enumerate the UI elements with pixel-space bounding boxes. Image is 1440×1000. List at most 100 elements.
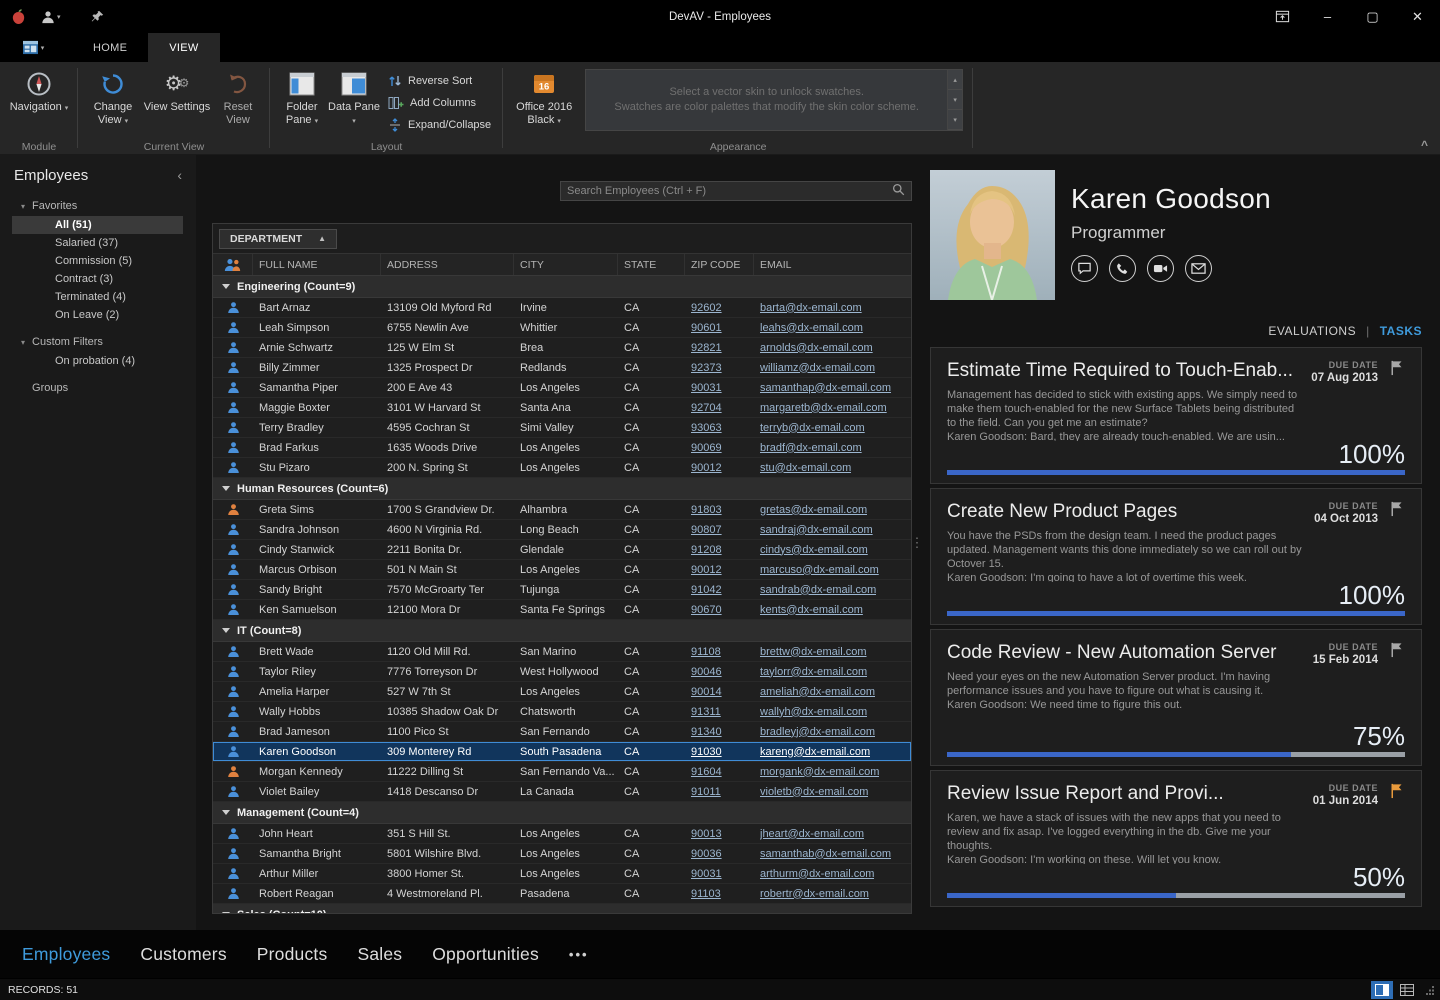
column-header-zip[interactable]: ZIP CODE [685,254,754,275]
email-link[interactable]: stu@dx-email.com [760,462,851,474]
tab-tasks[interactable]: TASKS [1380,324,1422,338]
task-card[interactable]: Code Review - New Automation Server DUE … [930,629,1422,766]
email-link[interactable]: arthurm@dx-email.com [760,868,874,880]
table-row[interactable]: Sandra Johnson 4600 N Virginia Rd. Long … [213,520,911,540]
task-card[interactable]: Create New Product Pages DUE DATE 04 Oct… [930,488,1422,625]
gallery-up-button[interactable]: ▴ [948,70,962,90]
email-link[interactable]: kents@dx-email.com [760,604,863,616]
zip-link[interactable]: 93063 [691,422,722,434]
minimize-button[interactable]: – [1305,0,1350,33]
email-button[interactable] [1185,255,1212,282]
list-view-toggle-icon[interactable] [1396,981,1418,999]
table-group-row[interactable]: Human Resources (Count=6) [213,478,911,500]
email-link[interactable]: wallyh@dx-email.com [760,706,867,718]
zip-link[interactable]: 91030 [691,746,722,758]
table-row[interactable]: Wally Hobbs 10385 Shadow Oak Dr Chatswor… [213,702,911,722]
table-row[interactable]: Greta Sims 1700 S Grandview Dr. Alhambra… [213,500,911,520]
table-group-row[interactable]: Management (Count=4) [213,802,911,824]
zip-link[interactable]: 90069 [691,442,722,454]
column-header-city[interactable]: CITY [514,254,618,275]
zip-link[interactable]: 90036 [691,848,722,860]
task-card[interactable]: Review Issue Report and Provi... DUE DAT… [930,770,1422,907]
close-button[interactable]: ✕ [1395,0,1440,33]
table-row[interactable]: Brad Farkus 1635 Woods Drive Los Angeles… [213,438,911,458]
nav-item[interactable]: Customers [140,944,226,965]
table-row[interactable]: Brad Jameson 1100 Pico St San Fernando C… [213,722,911,742]
nav-item[interactable]: Opportunities [432,944,539,965]
gallery-down-button[interactable]: ▾ [948,90,962,110]
add-columns-button[interactable]: Add Columns [388,94,491,111]
column-header-address[interactable]: ADDRESS [381,254,514,275]
column-header-email[interactable]: EMAIL [754,254,911,275]
sidebar-section-header[interactable]: ▾ Groups [0,379,196,397]
zip-link[interactable]: 91108 [691,646,721,658]
reverse-sort-button[interactable]: Reverse Sort [388,72,491,89]
nav-item[interactable]: Sales [357,944,402,965]
table-row[interactable]: Taylor Riley 7776 Torreyson Dr West Holl… [213,662,911,682]
table-row[interactable]: Billy Zimmer 1325 Prospect Dr Redlands C… [213,358,911,378]
sidebar-item[interactable]: Commission (5) [12,252,183,270]
table-group-row[interactable]: Engineering (Count=9) [213,276,911,298]
splitter-handle[interactable]: ⋮ [912,155,922,930]
table-row[interactable]: Ken Samuelson 12100 Mora Dr Santa Fe Spr… [213,600,911,620]
sidebar-item[interactable]: Terminated (4) [12,288,183,306]
table-row[interactable]: Morgan Kennedy 11222 Dilling St San Fern… [213,762,911,782]
email-link[interactable]: violetb@dx-email.com [760,786,868,798]
sidebar-section-header[interactable]: ▾ Custom Filters [0,333,196,351]
application-menu-button[interactable]: ▾ [12,33,54,62]
table-row[interactable]: Amelia Harper 527 W 7th St Los Angeles C… [213,682,911,702]
pin-icon[interactable] [91,10,104,23]
tab-evaluations[interactable]: EVALUATIONS [1268,324,1356,338]
table-row[interactable]: Bart Arnaz 13109 Old Myford Rd Irvine CA… [213,298,911,318]
tab-home[interactable]: HOME [72,33,148,62]
zip-link[interactable]: 92602 [691,302,722,314]
flag-icon[interactable] [1388,782,1405,799]
zip-link[interactable]: 90012 [691,462,722,474]
video-call-button[interactable] [1147,255,1174,282]
zip-link[interactable]: 90601 [691,322,722,334]
table-group-row[interactable]: Sales (Count=10) [213,904,911,913]
sidebar-collapse-icon[interactable]: ‹ [177,167,182,183]
zip-link[interactable]: 90046 [691,666,722,678]
sidebar-item[interactable]: Contract (3) [12,270,183,288]
change-view-button[interactable]: Change View ▾ [84,65,142,138]
collapse-ribbon-button[interactable]: ^ [1421,138,1428,152]
phone-button[interactable] [1109,255,1136,282]
zip-link[interactable]: 91311 [691,706,721,718]
email-link[interactable]: morgank@dx-email.com [760,766,879,778]
nav-item[interactable]: Employees [22,944,110,965]
search-input[interactable] [567,185,892,197]
sidebar-section-header[interactable]: ▾ Favorites [0,197,196,215]
email-link[interactable]: robertr@dx-email.com [760,888,869,900]
column-header-full-name[interactable]: FULL NAME [253,254,381,275]
email-link[interactable]: margaretb@dx-email.com [760,402,887,414]
email-link[interactable]: leahs@dx-email.com [760,322,863,334]
folder-pane-button[interactable]: Folder Pane ▾ [276,65,328,138]
email-link[interactable]: brettw@dx-email.com [760,646,867,658]
task-card[interactable]: Estimate Time Required to Touch-Enab... … [930,347,1422,484]
data-pane-button[interactable]: Data Pane ▾ [328,65,380,138]
nav-item[interactable]: Products [257,944,328,965]
zip-link[interactable]: 91103 [691,888,721,900]
email-link[interactable]: samanthab@dx-email.com [760,848,891,860]
table-group-row[interactable]: IT (Count=8) [213,620,911,642]
expand-collapse-button[interactable]: Expand/Collapse [388,116,491,133]
column-header-person-icon[interactable] [213,254,253,275]
skin-selector-button[interactable]: 16 Office 2016 Black ▾ [509,65,579,138]
zip-link[interactable]: 91042 [691,584,722,596]
zip-link[interactable]: 90031 [691,382,722,394]
table-row[interactable]: Arnie Schwartz 125 W Elm St Brea CA 9282… [213,338,911,358]
table-row[interactable]: Arthur Miller 3800 Homer St. Los Angeles… [213,864,911,884]
table-row[interactable]: Sandy Bright 7570 McGroarty Ter Tujunga … [213,580,911,600]
column-header-state[interactable]: STATE [618,254,685,275]
view-settings-button[interactable]: ⚙⚙ View Settings [142,65,212,138]
chat-button[interactable] [1071,255,1098,282]
email-link[interactable]: bradleyj@dx-email.com [760,726,875,738]
flag-icon[interactable] [1388,641,1405,658]
table-row[interactable]: Robert Reagan 4 Westmoreland Pl. Pasaden… [213,884,911,904]
table-row[interactable]: Cindy Stanwick 2211 Bonita Dr. Glendale … [213,540,911,560]
gallery-dropdown-button[interactable]: ▾ [948,110,962,130]
table-row[interactable]: Brett Wade 1120 Old Mill Rd. San Marino … [213,642,911,662]
table-row[interactable]: Maggie Boxter 3101 W Harvard St Santa An… [213,398,911,418]
maximize-button[interactable]: ▢ [1350,0,1395,33]
